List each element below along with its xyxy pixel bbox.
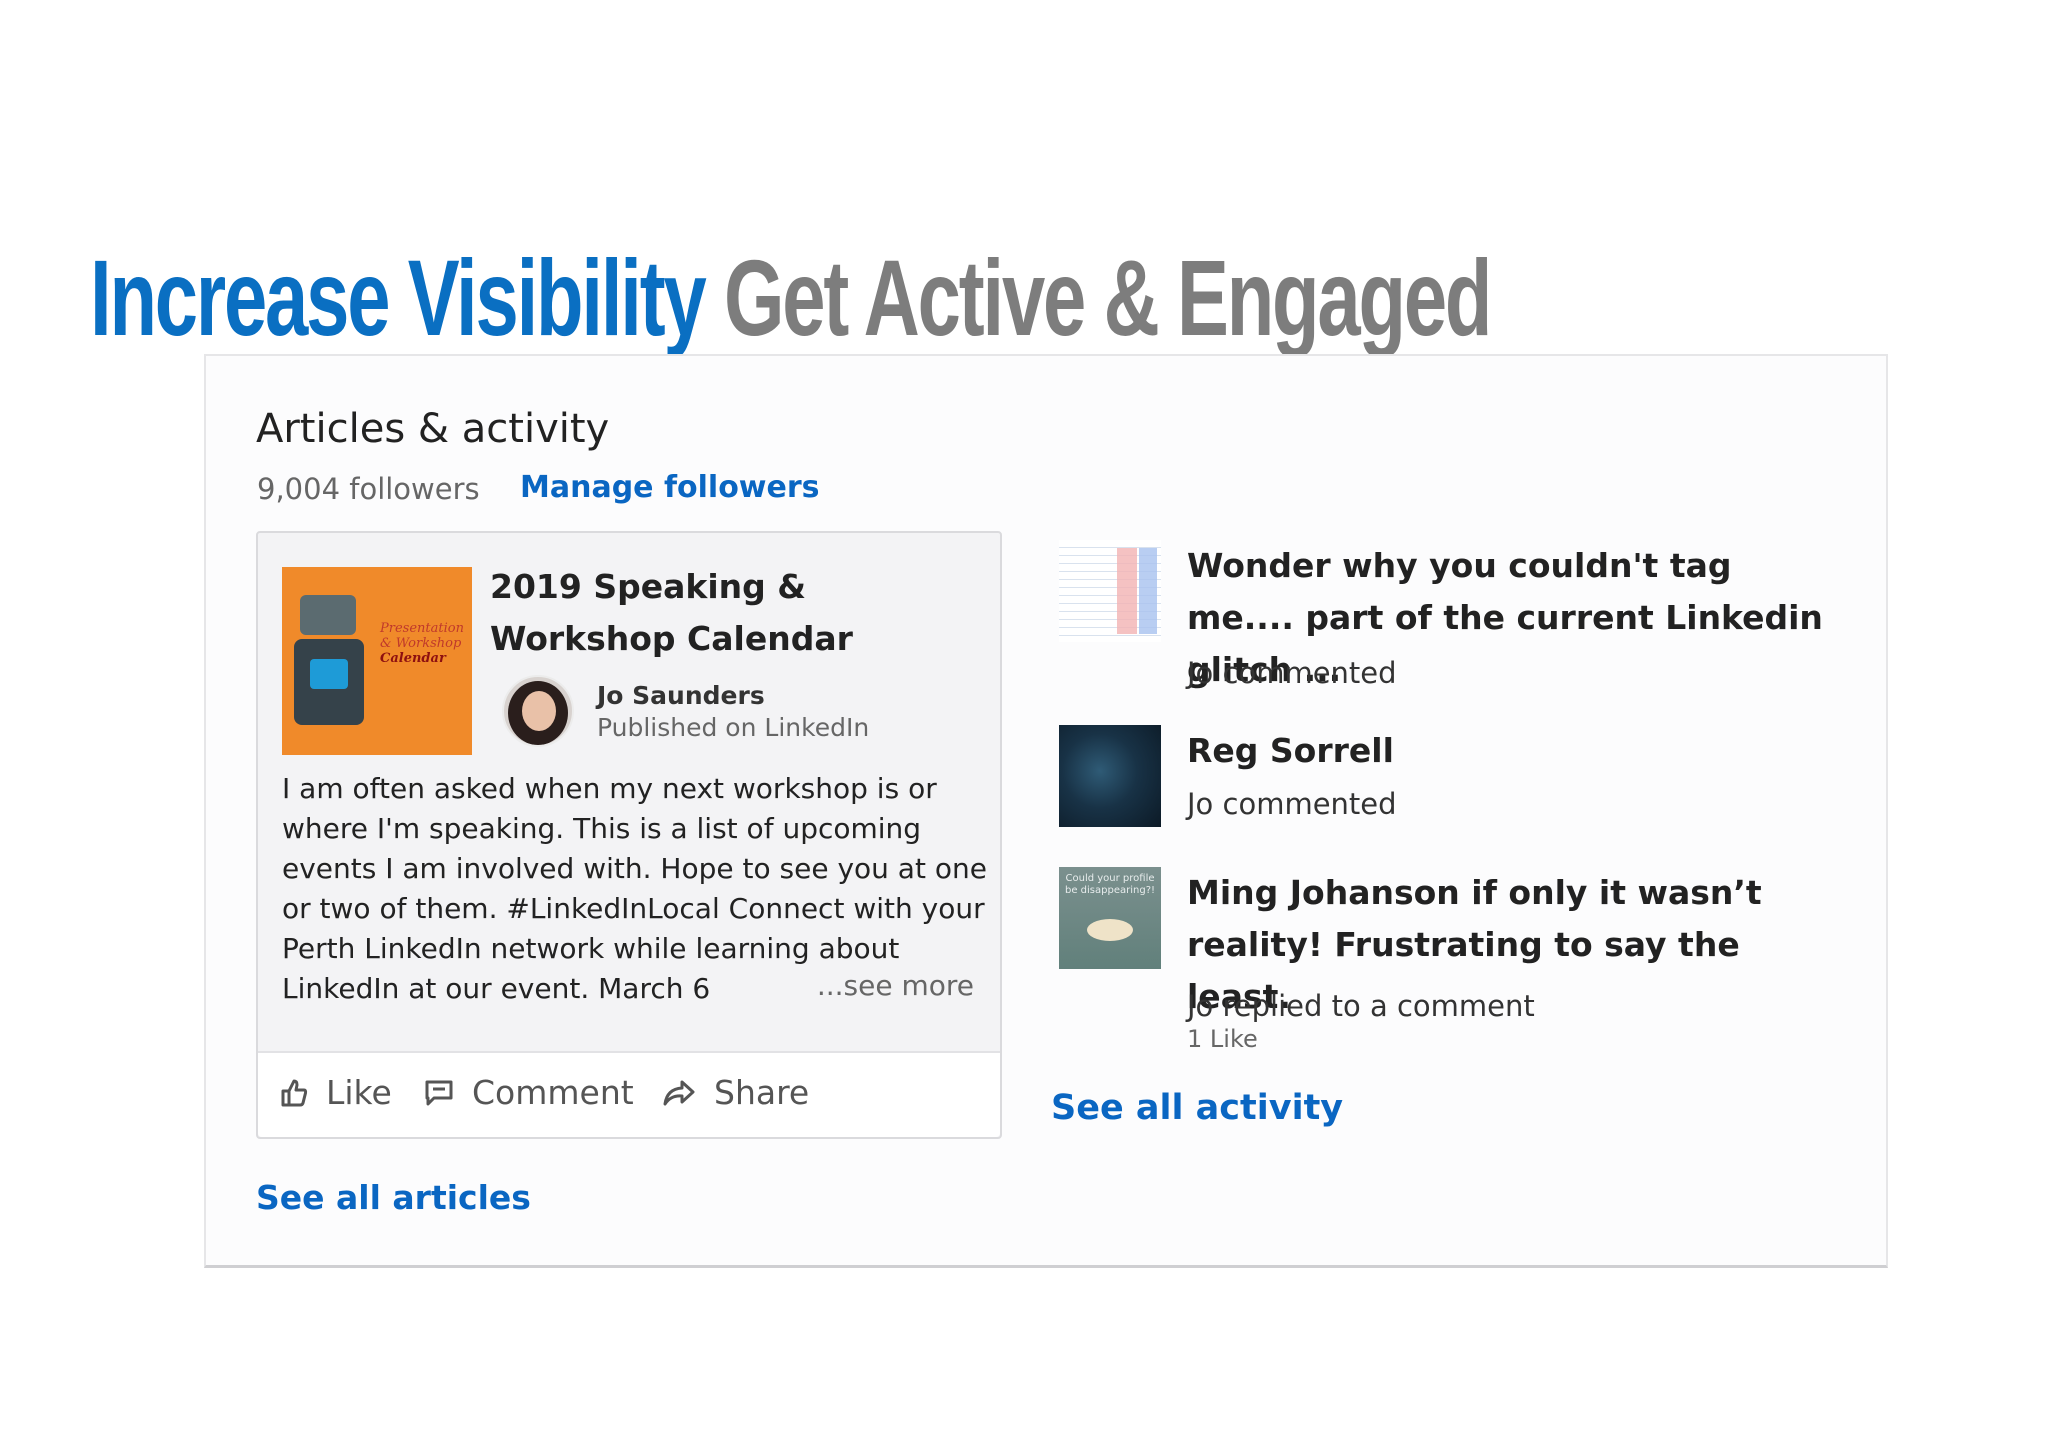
- share-label: Share: [714, 1073, 810, 1112]
- slide-title-accent: Increase Visibility: [90, 237, 707, 358]
- see-more-link[interactable]: ...see more: [806, 969, 974, 1002]
- manage-followers-link[interactable]: Manage followers: [520, 470, 820, 505]
- avatar-face-shape: [522, 691, 556, 731]
- sky-thumbnail[interactable]: Could your profile be disappearing?!: [1059, 867, 1161, 969]
- see-all-activity-link[interactable]: See all activity: [1051, 1088, 1343, 1128]
- cloud-shape: [1087, 919, 1133, 941]
- like-button[interactable]: Like: [280, 1073, 392, 1112]
- author-name: Jo Saunders: [597, 681, 765, 710]
- dark-photo-thumbnail[interactable]: [1059, 725, 1161, 827]
- share-arrow-icon: [663, 1080, 695, 1105]
- thumbnail-text-line: Presentation: [380, 621, 464, 636]
- like-count[interactable]: 1 Like: [1187, 1025, 1258, 1053]
- like-label: Like: [326, 1073, 392, 1112]
- section-title: Articles & activity: [256, 406, 610, 452]
- comment-icon: [425, 1080, 453, 1105]
- share-button[interactable]: Share: [662, 1073, 809, 1112]
- thumbnail-text-line: & Workshop: [380, 636, 462, 651]
- activity-meta: Jo commented: [1187, 656, 1397, 690]
- activity-meta: Jo replied to a comment: [1187, 989, 1535, 1023]
- thumbs-up-icon: [281, 1079, 308, 1106]
- thumbnail-script-text: Presentation & Workshop Calendar: [380, 621, 464, 681]
- comment-label: Comment: [472, 1073, 634, 1112]
- activity-title[interactable]: Reg Sorrell: [1187, 725, 1827, 777]
- article-title[interactable]: 2019 Speaking & Workshop Calendar: [490, 561, 980, 665]
- author-avatar[interactable]: [502, 675, 574, 747]
- comment-button[interactable]: Comment: [424, 1073, 634, 1112]
- article-actions-bar: Like Comment Share: [258, 1051, 1000, 1137]
- thumbnail-text-line: Calendar: [380, 651, 446, 666]
- robot-head-shape: [300, 595, 356, 635]
- article-thumbnail[interactable]: Presentation & Workshop Calendar: [282, 567, 472, 755]
- see-all-articles-link[interactable]: See all articles: [256, 1178, 531, 1217]
- article-card: Presentation & Workshop Calendar 2019 Sp…: [256, 531, 1002, 1139]
- slide-title-rest: Get Active & Engaged: [723, 237, 1492, 358]
- spreadsheet-thumbnail[interactable]: [1059, 540, 1161, 642]
- thumbnail-caption: Could your profile be disappearing?!: [1065, 873, 1156, 896]
- articles-activity-panel: Articles & activity 9,004 followers Mana…: [204, 354, 1888, 1268]
- activity-meta: Jo commented: [1187, 787, 1397, 821]
- slide-title: Increase Visibility Get Active & Engaged: [90, 237, 1492, 358]
- published-label: Published on LinkedIn: [597, 713, 870, 742]
- spreadsheet-column-shape: [1117, 548, 1137, 634]
- followers-count: 9,004 followers: [257, 472, 480, 506]
- spreadsheet-column-shape: [1139, 548, 1157, 634]
- robot-screen-shape: [310, 659, 348, 689]
